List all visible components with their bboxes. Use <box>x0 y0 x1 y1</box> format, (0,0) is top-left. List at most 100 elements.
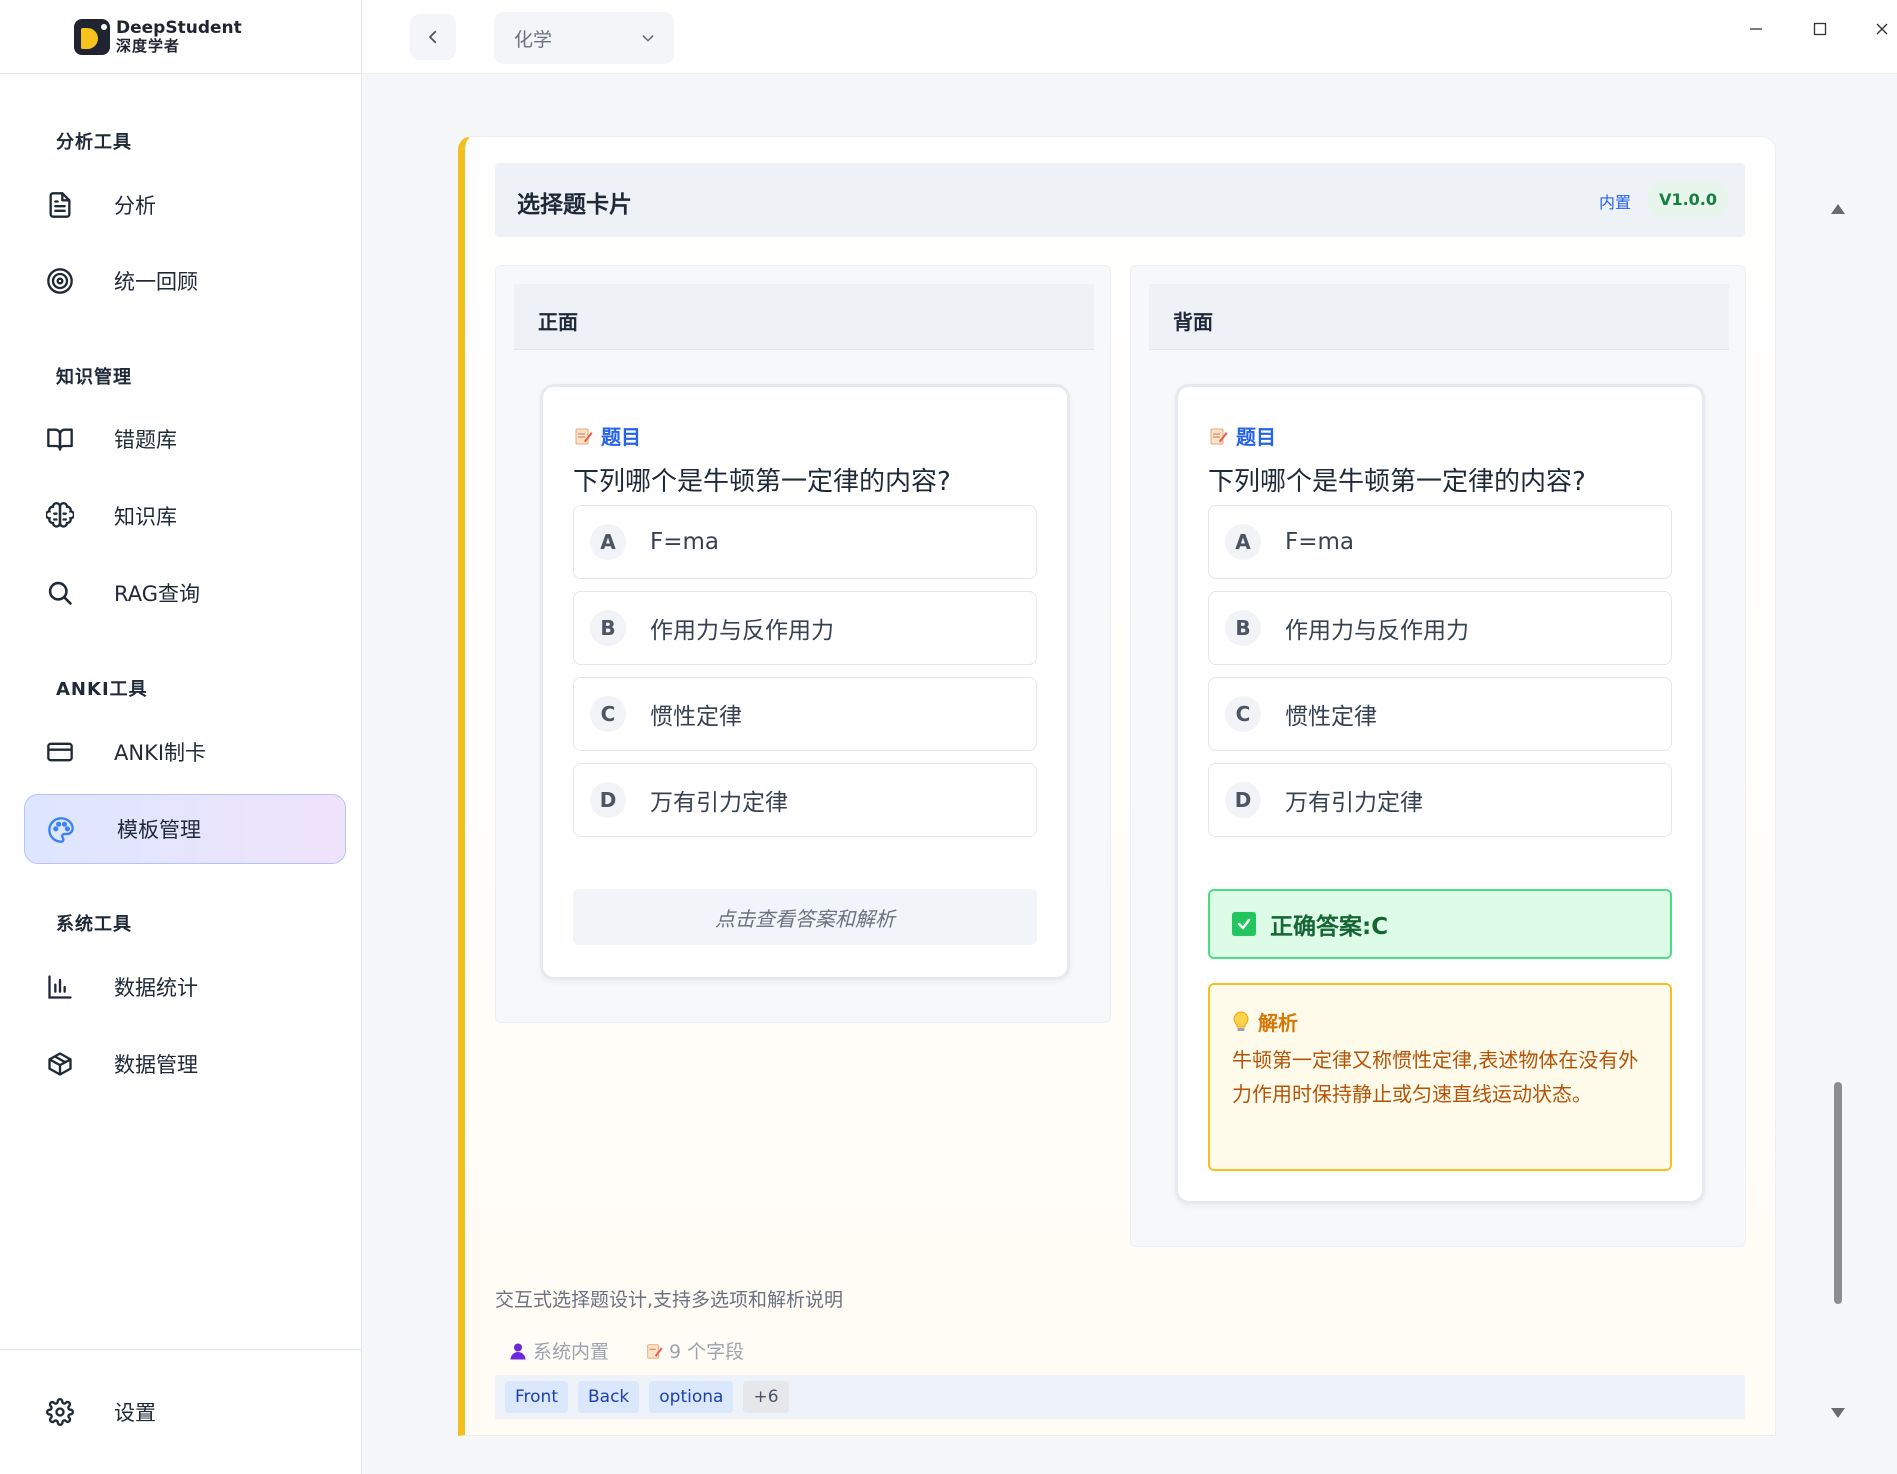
field-tag: optiona <box>649 1381 734 1413</box>
option-letter: C <box>1225 696 1261 732</box>
palette-icon <box>48 817 74 843</box>
option-b[interactable]: B 作用力与反作用力 <box>1208 591 1672 665</box>
front-preview: 正面 题目 下列哪个是牛顿第一定律的内容? A F=ma B 作用力与反作用力 C惯… <box>495 265 1111 1023</box>
question-text: 下列哪个是牛顿第一定律的内容? <box>1208 467 1586 497</box>
document-icon <box>49 192 71 218</box>
field-tag: Back <box>578 1381 640 1413</box>
option-b[interactable]: B 作用力与反作用力 <box>573 591 1037 665</box>
template-fields: 9 个字段 <box>645 1337 744 1364</box>
top-bar: 化学 <box>362 0 1897 74</box>
option-a[interactable]: A F=ma <box>1208 505 1672 579</box>
user-icon <box>510 1343 526 1359</box>
option-c[interactable]: C 惯性定律 <box>573 677 1037 751</box>
explanation-text: 牛顿第一定律又称惯性定律,表述物体在没有外力作用时保持静止或匀速直线运动状态。 <box>1232 1048 1639 1106</box>
maximize-button[interactable] <box>1805 14 1835 44</box>
book-icon <box>47 428 73 451</box>
sidebar-item-label: 模板管理 <box>117 818 201 842</box>
correct-answer-box: 正确答案:C <box>1208 889 1672 959</box>
option-a[interactable]: A F=ma <box>573 505 1037 579</box>
question-label: 题目 <box>573 421 641 450</box>
template-description: 交互式选择题设计,支持多选项和解析说明 <box>495 1289 844 1311</box>
template-author-text: 系统内置 <box>533 1341 610 1363</box>
close-icon <box>1876 23 1888 35</box>
search-icon <box>48 581 72 605</box>
sidebar-item-analysis[interactable]: 分析 <box>24 170 346 240</box>
option-text: 作用力与反作用力 <box>650 618 834 644</box>
sidebar-item-label: 数据管理 <box>114 1053 198 1077</box>
sidebar-item-mistakes[interactable]: 错题库 <box>24 404 346 474</box>
sidebar-item-rag[interactable]: RAG查询 <box>24 558 346 628</box>
scroll-up-arrow-icon[interactable] <box>1831 204 1845 214</box>
sidebar-item-anki-make[interactable]: ANKI制卡 <box>24 717 346 787</box>
nav-group-system: 系统工具 <box>56 914 132 935</box>
minimize-icon <box>1750 28 1762 30</box>
correct-answer-text: 正确答案:C <box>1270 914 1389 940</box>
sidebar-item-label: 分析 <box>114 194 156 218</box>
back-heading: 背面 <box>1149 284 1729 350</box>
option-text: 万有引力定律 <box>650 790 788 816</box>
minimize-button[interactable] <box>1741 14 1771 44</box>
sidebar: DeepStudent 深度学者 分析工具 分析 统一回顾 知识管理 错题库 知… <box>0 0 362 1474</box>
close-button[interactable] <box>1867 14 1897 44</box>
version-badge: V1.0.0 <box>1647 181 1729 217</box>
reveal-answer-button[interactable]: 点击查看答案和解析 <box>573 889 1037 945</box>
option-letter: A <box>590 524 626 560</box>
question-label-text: 题目 <box>601 425 641 449</box>
front-question-card: 题目 下列哪个是牛顿第一定律的内容? A F=ma B 作用力与反作用力 C 惯性定律… <box>540 384 1070 980</box>
option-d[interactable]: D 万有引力定律 <box>1208 763 1672 837</box>
sidebar-item-stats[interactable]: 数据统计 <box>24 952 346 1022</box>
option-text: 惯性定律 <box>1285 704 1377 730</box>
question-text: 下列哪个是牛顿第一定律的内容? <box>573 467 951 497</box>
option-c[interactable]: C 惯性定律 <box>1208 677 1672 751</box>
template-card[interactable]: 选择题卡片 内置 V1.0.0 正面 题目 下列哪个是牛顿第一定律的内容? AF… <box>458 136 1776 1436</box>
nav-group-analysis: 分析工具 <box>56 132 132 153</box>
lightbulb-icon <box>1233 1010 1249 1031</box>
brain-icon <box>46 502 74 528</box>
chevron-down-icon <box>642 35 654 42</box>
box-icon <box>48 1052 72 1076</box>
field-tag-more: +6 <box>743 1381 789 1413</box>
template-author: 系统内置 <box>509 1337 609 1364</box>
settings-button[interactable]: 设置 <box>24 1377 346 1447</box>
target-icon <box>47 268 73 294</box>
option-text: 惯性定律 <box>650 704 742 730</box>
brand: DeepStudent 深度学者 <box>0 0 361 74</box>
sidebar-item-review[interactable]: 统一回顾 <box>24 246 346 316</box>
sidebar-item-label: RAG查询 <box>114 582 201 606</box>
option-letter: D <box>1225 782 1261 818</box>
sidebar-item-templates[interactable]: 模板管理 <box>24 794 346 864</box>
main-content: 选择题卡片 内置 V1.0.0 正面 题目 下列哪个是牛顿第一定律的内容? AF… <box>362 74 1897 1474</box>
option-d[interactable]: D 万有引力定律 <box>573 763 1037 837</box>
card-icon <box>47 742 73 762</box>
sidebar-footer: 设置 <box>0 1349 362 1474</box>
template-fields-text: 9 个字段 <box>669 1341 745 1363</box>
builtin-badge: 内置 <box>1598 193 1631 212</box>
subject-select-value: 化学 <box>514 28 553 51</box>
subject-select[interactable]: 化学 <box>494 12 674 64</box>
scrollbar-thumb[interactable] <box>1834 1082 1842 1304</box>
brand-name-zh: 深度学者 <box>116 36 181 55</box>
brand-name-en: DeepStudent <box>116 17 242 38</box>
question-label-text: 题目 <box>1236 425 1276 449</box>
gear-icon <box>46 1398 74 1426</box>
maximize-icon <box>1813 22 1827 36</box>
scroll-down-arrow-icon[interactable] <box>1831 1408 1845 1418</box>
field-tag: Front <box>505 1381 568 1413</box>
explanation-title-text: 解析 <box>1258 1011 1298 1035</box>
question-label: 题目 <box>1208 421 1276 450</box>
check-icon <box>1232 912 1256 936</box>
template-title: 选择题卡片 <box>517 192 632 218</box>
front-heading: 正面 <box>514 284 1094 350</box>
app-logo-icon <box>74 18 110 55</box>
back-preview: 背面 题目 下列哪个是牛顿第一定律的内容? A F=ma B 作用力与反作用力 C惯… <box>1130 265 1746 1247</box>
explanation-title: 解析 <box>1232 1007 1298 1036</box>
sidebar-item-knowledge[interactable]: 知识库 <box>24 481 346 551</box>
sidebar-item-label: 数据统计 <box>114 976 198 1000</box>
back-button[interactable] <box>410 14 456 60</box>
sidebar-item-label: 知识库 <box>114 505 177 529</box>
option-letter: C <box>590 696 626 732</box>
bar-chart-icon <box>48 975 72 999</box>
option-text: F=ma <box>1285 529 1354 555</box>
back-question-card: 题目 下列哪个是牛顿第一定律的内容? A F=ma B 作用力与反作用力 C 惯性定律… <box>1175 384 1705 1204</box>
sidebar-item-data[interactable]: 数据管理 <box>24 1029 346 1099</box>
